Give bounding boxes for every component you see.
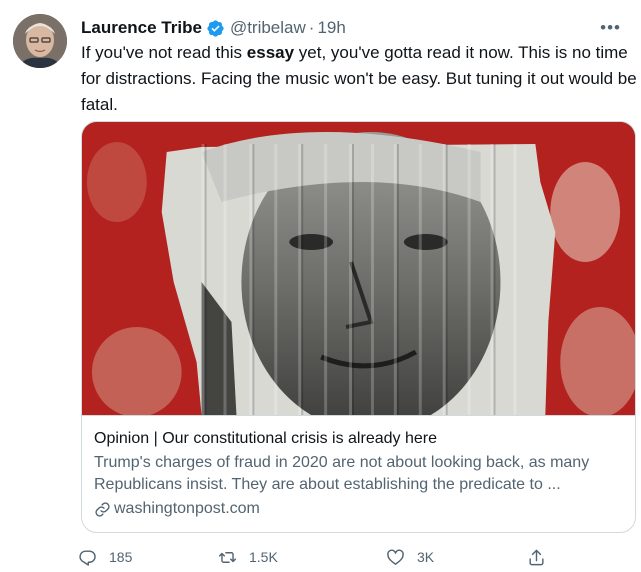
link-icon: [95, 501, 110, 517]
retweet-icon: [218, 551, 237, 563]
like-count: 3K: [417, 549, 435, 565]
separator: ·: [308, 18, 315, 37]
avatar-image: [13, 14, 67, 68]
card-body[interactable]: Opinion | Our constitutional crisis is a…: [82, 415, 635, 532]
display-name[interactable]: Laurence Tribe: [81, 17, 202, 39]
tweet-header: Laurence Tribe @tribelaw · 19h •••: [81, 17, 629, 39]
tweet-text: If you've not read this essay yet, you'v…: [81, 40, 637, 118]
link-card[interactable]: Opinion | Our constitutional crisis is a…: [81, 121, 636, 533]
retweet-button[interactable]: 1.5K: [218, 548, 278, 567]
share-icon: [529, 549, 544, 565]
reply-button[interactable]: 185: [78, 548, 132, 567]
tweet-text-bold[interactable]: essay: [247, 43, 294, 62]
verified-icon: [206, 19, 225, 38]
avatar[interactable]: [13, 14, 67, 68]
tweet-text-part: If you've not read this: [81, 43, 247, 62]
retweet-count: 1.5K: [249, 549, 278, 565]
reply-count: 185: [109, 549, 133, 565]
reply-icon: [79, 549, 96, 566]
card-description: Trump's charges of fraud in 2020 are not…: [94, 454, 590, 493]
like-button[interactable]: 3K: [386, 548, 434, 567]
card-domain[interactable]: washingtonpost.com: [94, 498, 623, 520]
timestamp[interactable]: 19h: [317, 17, 345, 39]
card-image[interactable]: [82, 122, 635, 415]
card-domain-text[interactable]: washingtonpost.com: [114, 498, 260, 520]
handle[interactable]: @tribelaw: [230, 17, 306, 39]
card-title[interactable]: Opinion | Our constitutional crisis is a…: [94, 428, 623, 450]
like-icon: [387, 549, 404, 565]
action-bar: 185 1.5K 3K: [78, 545, 558, 569]
tweet[interactable]: Laurence Tribe @tribelaw · 19h ••• If yo…: [0, 0, 641, 572]
more-icon[interactable]: •••: [600, 17, 621, 39]
share-button[interactable]: [527, 548, 546, 567]
